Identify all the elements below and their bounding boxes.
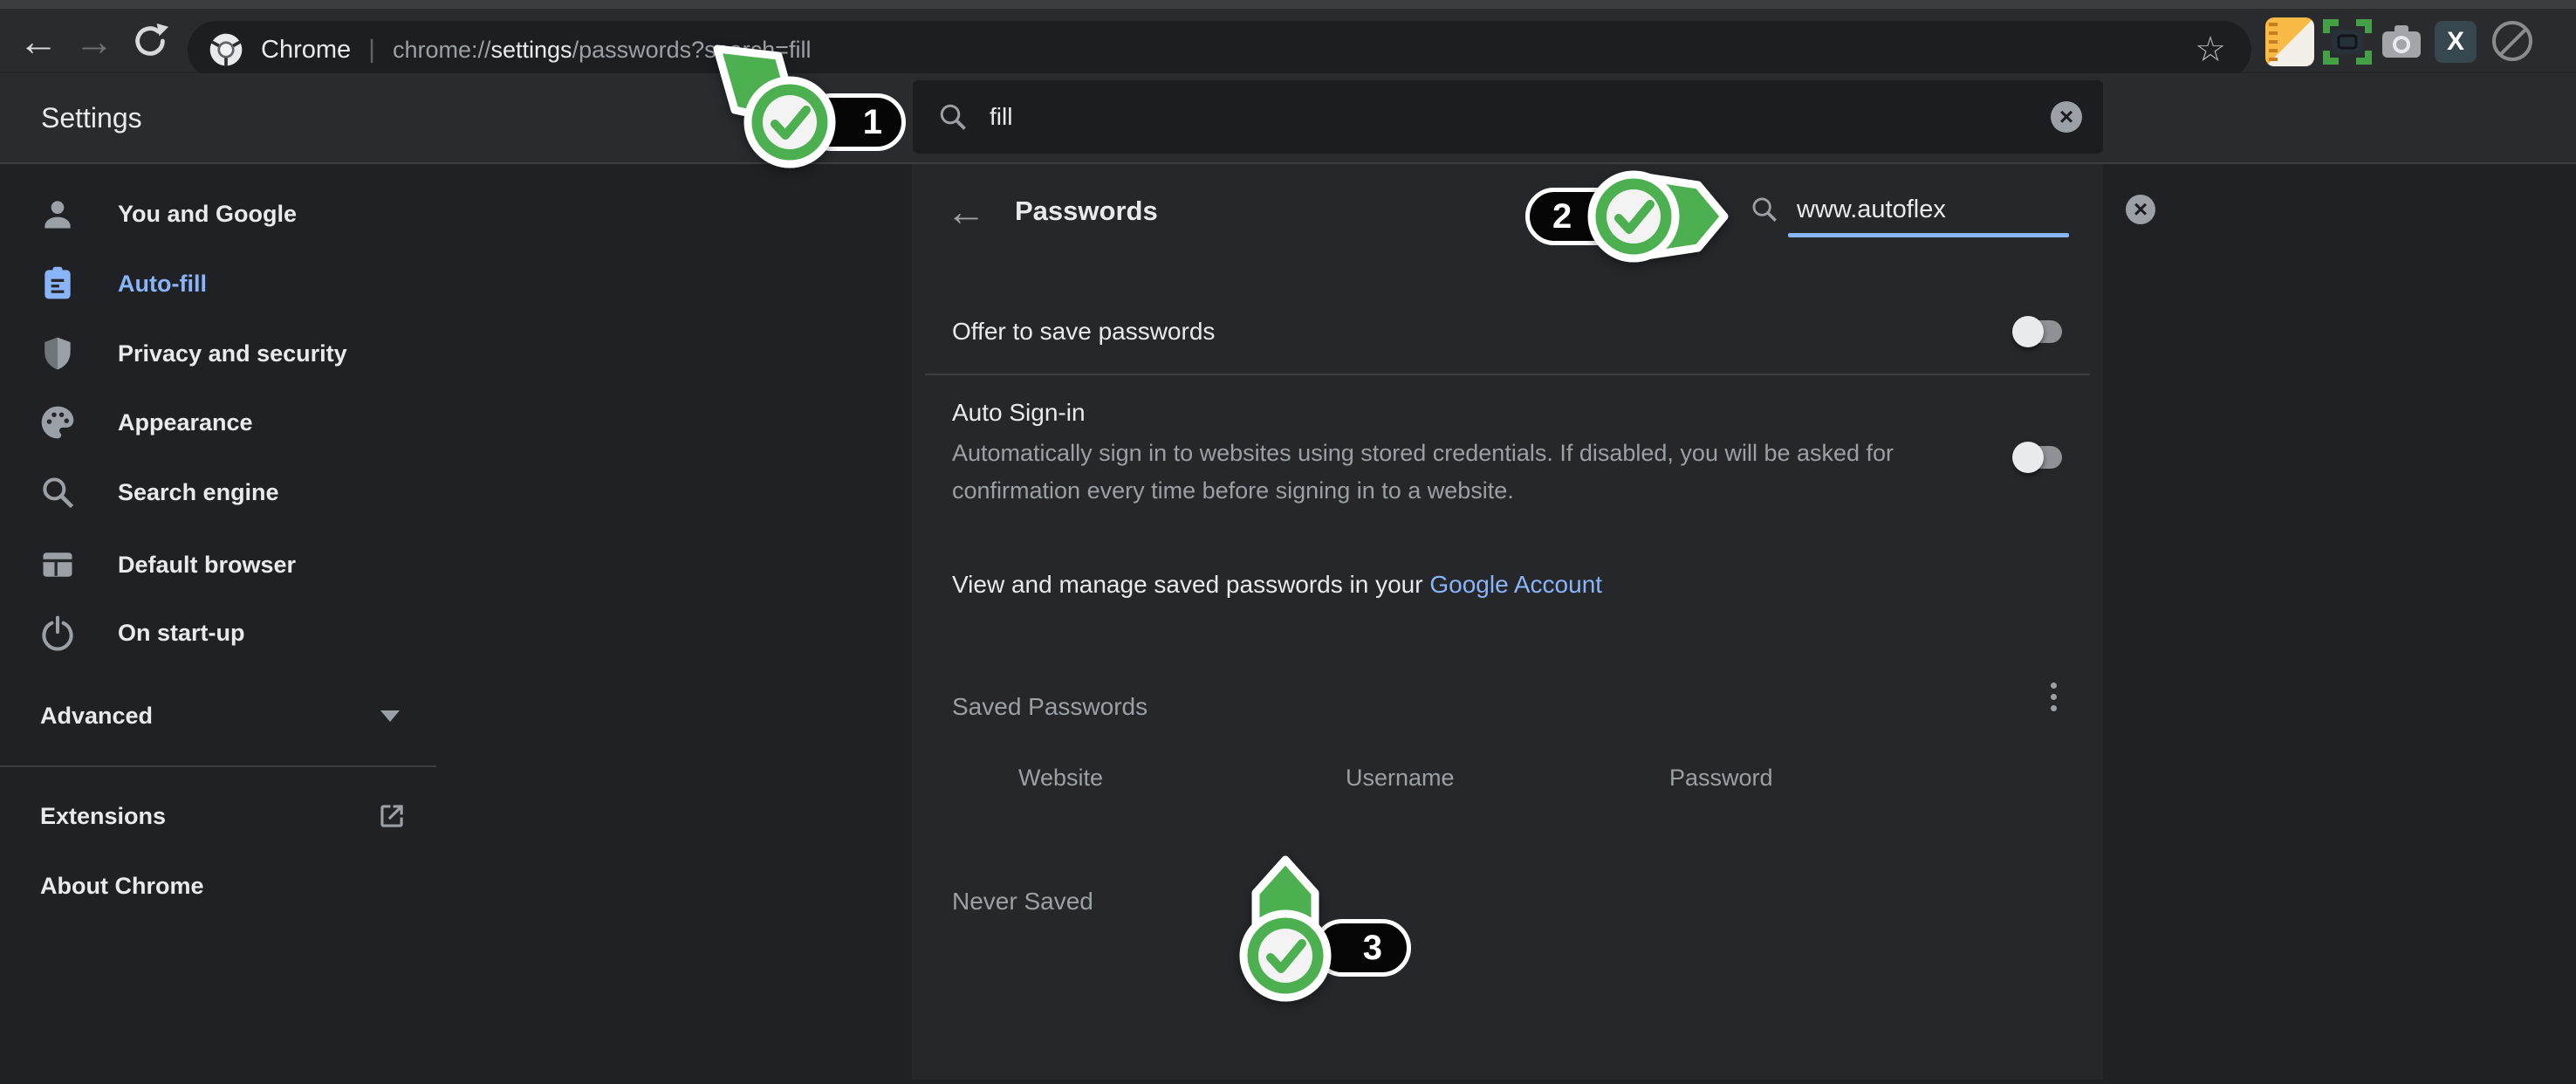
toggle-knob <box>2012 316 2044 347</box>
about-label: About Chrome <box>40 873 203 900</box>
offer-to-save-row: Offer to save passwords <box>952 297 1215 367</box>
notes-extension-icon[interactable] <box>2265 17 2314 66</box>
never-saved-heading: Never Saved <box>952 875 1093 928</box>
site-label: Chrome <box>261 36 351 65</box>
window-top-strip <box>0 0 2576 9</box>
chevron-down-icon <box>380 710 400 722</box>
password-search-input[interactable] <box>1797 196 2126 224</box>
saved-passwords-heading: Saved Passwords <box>952 681 1148 733</box>
sidebar-item-extensions[interactable]: Extensions <box>0 781 436 851</box>
sidebar-item-label: Default browser <box>118 552 296 579</box>
url-scheme: chrome:// <box>393 37 491 63</box>
shield-icon <box>38 334 77 373</box>
sidebar-item-label: Auto-fill <box>118 271 207 298</box>
google-account-link[interactable]: Google Account <box>1429 571 1602 599</box>
back-arrow-icon[interactable] <box>12 9 65 73</box>
url-host: settings <box>491 37 572 63</box>
settings-header: Settings <box>0 73 2576 164</box>
blocker-extension-icon[interactable] <box>2492 21 2532 61</box>
sidebar-item-you-and-google[interactable]: You and Google <box>0 179 436 249</box>
url-bar[interactable]: Chrome | chrome://settings/passwords?sea… <box>188 21 2251 79</box>
camera-glyph <box>2377 17 2426 66</box>
clipboard-icon <box>38 264 77 303</box>
search-icon <box>937 101 969 133</box>
sidebar-item-about-chrome[interactable]: About Chrome <box>0 851 436 921</box>
sidebar-item-privacy[interactable]: Privacy and security <box>0 319 436 388</box>
step-number: 3 <box>1363 929 1382 968</box>
settings-search-box[interactable] <box>913 80 2103 154</box>
manage-passwords-row: View and manage saved passwords in your … <box>952 559 1602 611</box>
extensions-label: Extensions <box>40 803 166 830</box>
bookmark-star-icon[interactable] <box>2187 21 2234 79</box>
sidebar-item-appearance[interactable]: Appearance <box>0 388 436 457</box>
chrome-logo-icon <box>207 31 245 69</box>
camera-extension-icon[interactable] <box>2377 17 2426 66</box>
reload-icon[interactable] <box>124 9 176 73</box>
column-header-website: Website <box>1018 765 1103 792</box>
password-search-field[interactable] <box>1750 182 2078 237</box>
sidebar-item-label: You and Google <box>118 201 297 228</box>
sidebar-advanced-toggle[interactable]: Advanced <box>0 681 436 751</box>
step-marker-1-check-icon <box>698 35 855 188</box>
sidebar-item-label: Search engine <box>118 479 279 506</box>
offer-to-save-label: Offer to save passwords <box>952 318 1215 346</box>
back-arrow-icon[interactable] <box>938 183 994 239</box>
auto-signin-row: Auto Sign-in <box>952 389 1086 436</box>
sidebar-item-label: Appearance <box>118 409 253 436</box>
focus-underline <box>1788 233 2069 237</box>
auto-signin-label: Auto Sign-in <box>952 399 1086 427</box>
clear-search-icon[interactable] <box>2051 101 2082 133</box>
kebab-menu-icon[interactable] <box>2036 670 2071 723</box>
power-icon <box>38 614 77 652</box>
sidebar-item-label: Privacy and security <box>118 340 347 367</box>
offer-to-save-toggle[interactable] <box>2015 320 2062 343</box>
sidebar-item-search-engine[interactable]: Search engine <box>0 457 436 527</box>
browser-toolbar: Chrome | chrome://settings/passwords?sea… <box>0 9 2576 73</box>
step-number: 1 <box>863 103 882 142</box>
forward-arrow-icon[interactable] <box>68 9 120 73</box>
step-marker-3-check-icon <box>1217 851 1357 1039</box>
url-separator: | <box>368 35 375 65</box>
person-icon <box>38 195 77 233</box>
sidebar-item-label: On start-up <box>118 620 245 647</box>
screenshot-extension-icon[interactable] <box>2323 17 2372 66</box>
browser-window-icon <box>38 545 77 584</box>
search-icon <box>1750 195 1779 224</box>
sidebar-item-default-browser[interactable]: Default browser <box>0 530 436 600</box>
sidebar-item-autofill[interactable]: Auto-fill <box>0 249 436 319</box>
page-title: Settings <box>41 73 142 162</box>
sidebar-divider <box>0 765 436 767</box>
open-in-new-icon <box>375 799 408 833</box>
x-extension-icon[interactable] <box>2435 21 2477 63</box>
auto-signin-description: Automatically sign in to websites using … <box>952 435 1942 510</box>
reload-glyph <box>130 21 170 61</box>
passwords-title: Passwords <box>1015 183 1158 239</box>
advanced-label: Advanced <box>40 703 153 730</box>
search-icon <box>38 473 77 511</box>
settings-search-input[interactable] <box>990 103 2051 131</box>
row-divider <box>925 374 2090 375</box>
step-marker-2-check-icon <box>1518 166 1737 279</box>
clear-search-icon[interactable] <box>2126 195 2155 224</box>
sidebar-item-on-startup[interactable]: On start-up <box>0 598 436 668</box>
auto-signin-toggle[interactable] <box>2015 446 2062 469</box>
screenshot-glyph <box>2323 17 2372 66</box>
passwords-card: Passwords Offer to save passwords Auto S… <box>912 164 2103 1080</box>
manage-passwords-text: View and manage saved passwords in your <box>952 571 1429 599</box>
column-header-password: Password <box>1669 765 1773 792</box>
palette-icon <box>38 403 77 442</box>
column-header-username: Username <box>1346 765 1455 792</box>
toggle-knob <box>2012 442 2044 473</box>
